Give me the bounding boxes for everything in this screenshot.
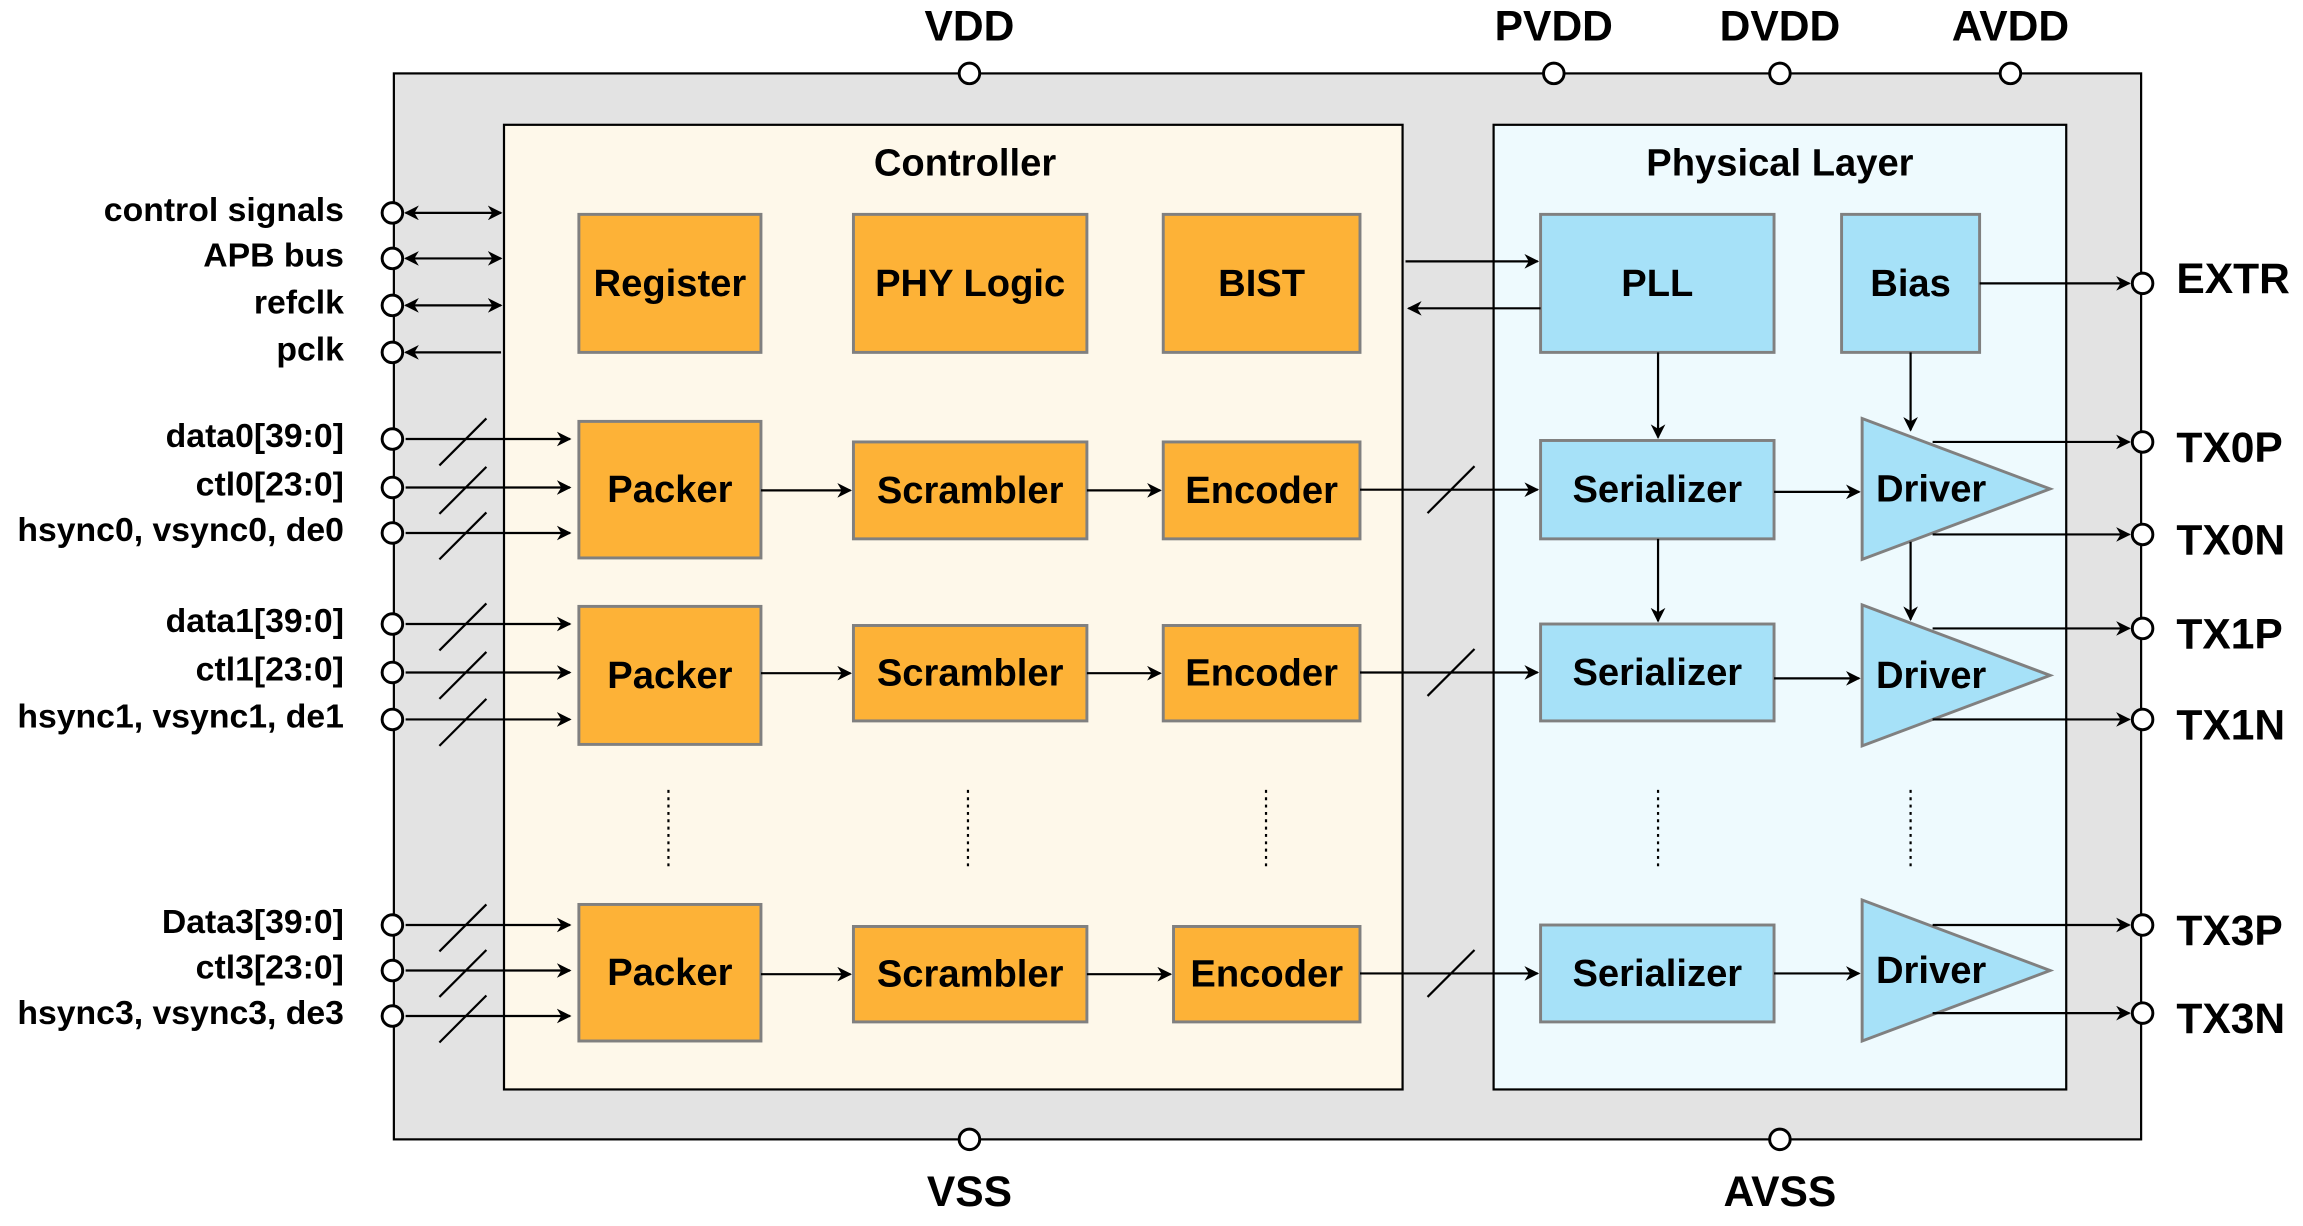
phy-title: Physical Layer	[1646, 141, 1913, 184]
input-pin-label: data0[39:0]	[166, 417, 344, 455]
supply-pin	[1768, 61, 1792, 86]
scrambler-block-label: Scrambler	[877, 652, 1064, 695]
extr-pin-label: EXTR	[2176, 255, 2290, 303]
output-pin-label: TX1P	[2176, 610, 2282, 658]
packer-block-label: Packer	[607, 468, 732, 511]
packer-block-label: Packer	[607, 951, 732, 994]
control-pin	[380, 201, 405, 225]
controller-title: Controller	[874, 141, 1056, 184]
bias-block-label: Bias	[1870, 262, 1951, 305]
scrambler-block-label: Scrambler	[877, 469, 1064, 512]
driver-label: Driver	[1876, 949, 1986, 992]
input-pin-label: hsync1, vsync1, de1	[17, 698, 344, 736]
scrambler-block-label: Scrambler	[877, 953, 1064, 996]
ground-pin-label: AVSS	[1724, 1168, 1837, 1216]
supply-pin-label: PVDD	[1495, 2, 1613, 50]
input-pin-label: hsync0, vsync0, de0	[17, 511, 344, 549]
encoder-block-label: Encoder	[1185, 469, 1338, 512]
control-pin-label: control signals	[104, 191, 344, 229]
input-pin-label: ctl0[23:0]	[196, 466, 344, 504]
input-pin	[380, 913, 405, 937]
output-pin-label: TX0P	[2176, 424, 2282, 472]
supply-pin-label: AVDD	[1952, 2, 2069, 50]
encoder-block-label: Encoder	[1190, 953, 1343, 996]
input-pin	[380, 475, 405, 500]
input-pin-label: Data3[39:0]	[162, 903, 344, 941]
block-diagram: Controller Physical Layer VDD PVDD DVDD AVDD V…	[17, 2, 2290, 1216]
output-pin-label: TX3P	[2176, 907, 2282, 955]
serializer-block-label: Serializer	[1572, 651, 1742, 694]
input-pin-label: hsync3, vsync3, de3	[17, 994, 344, 1032]
input-pin	[380, 521, 405, 545]
output-pin	[2130, 913, 2155, 937]
pll-block-label: PLL	[1621, 262, 1693, 305]
output-pin	[2130, 616, 2155, 641]
input-pin	[380, 707, 405, 732]
supply-pin-label: DVDD	[1720, 2, 1841, 50]
ground-pin	[1768, 1127, 1792, 1152]
driver-label: Driver	[1876, 654, 1986, 697]
driver-label: Driver	[1876, 467, 1986, 510]
control-pin-label: pclk	[276, 330, 344, 368]
supply-pin-label: VDD	[924, 2, 1014, 50]
output-pin-label: TX3N	[2176, 995, 2285, 1043]
input-pin-label: data1[39:0]	[166, 602, 344, 640]
output-pin	[2130, 707, 2155, 732]
output-pin	[2130, 430, 2155, 454]
input-pin	[380, 958, 405, 983]
extr-pin	[2130, 271, 2155, 296]
output-pin-label: TX1N	[2176, 701, 2285, 749]
serializer-block-label: Serializer	[1572, 952, 1742, 995]
input-pin-label: ctl3[23:0]	[196, 949, 344, 987]
input-pin	[380, 427, 405, 451]
supply-pin	[957, 61, 982, 86]
input-pin-label: ctl1[23:0]	[196, 651, 344, 689]
encoder-block-label: Encoder	[1185, 652, 1338, 695]
input-pin	[380, 612, 405, 636]
supply-pin	[1998, 61, 2023, 86]
phy-logic-block-label: PHY Logic	[875, 262, 1065, 305]
input-pin	[380, 660, 405, 685]
output-pin	[2130, 522, 2155, 547]
control-pin	[380, 293, 405, 318]
register-block-label: Register	[594, 262, 747, 305]
control-pin	[380, 340, 405, 365]
control-pin-label: refclk	[254, 283, 344, 321]
control-pin-label: APB bus	[203, 236, 344, 274]
control-pin	[380, 246, 405, 271]
ground-pin	[957, 1127, 982, 1152]
output-pin-label: TX0N	[2176, 516, 2285, 564]
input-pin	[380, 1004, 405, 1028]
output-pin	[2130, 1001, 2155, 1025]
supply-pin	[1542, 61, 1566, 86]
packer-block-label: Packer	[607, 654, 732, 697]
ground-pin-label: VSS	[927, 1168, 1012, 1216]
bist-block-label: BIST	[1218, 262, 1305, 305]
serializer-block-label: Serializer	[1572, 468, 1742, 511]
